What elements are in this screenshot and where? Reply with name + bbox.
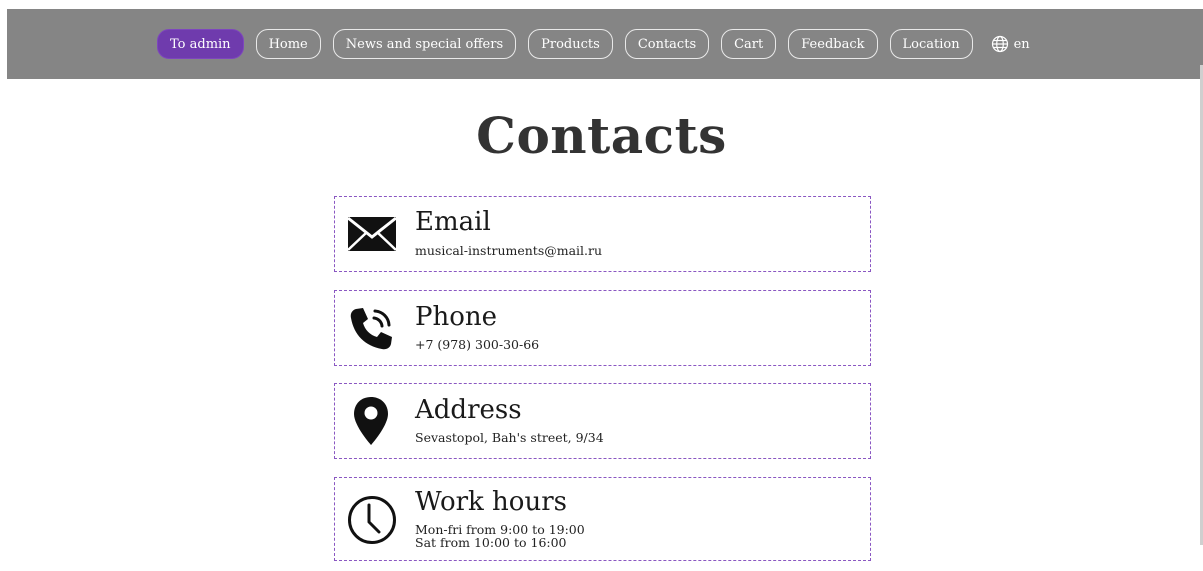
nav-location-button[interactable]: Location xyxy=(889,29,973,59)
language-label: en xyxy=(1013,36,1030,52)
language-switcher[interactable]: en xyxy=(991,35,1030,53)
main-nav: To admin Home News and special offers Pr… xyxy=(157,28,1030,60)
email-title: Email xyxy=(415,207,491,237)
phone-title: Phone xyxy=(415,302,498,332)
nav-contacts-button[interactable]: Contacts xyxy=(624,29,710,59)
nav-to-admin-button[interactable]: To admin xyxy=(157,29,244,59)
page-title: Contacts xyxy=(476,106,727,165)
map-pin-icon xyxy=(353,396,389,450)
contact-card-phone: Phone +7 (978) 300-30-66 xyxy=(334,290,871,366)
nav-cart-button[interactable]: Cart xyxy=(721,29,777,59)
work-hours-saturday: Sat from 10:00 to 16:00 xyxy=(415,535,567,550)
work-hours-title: Work hours xyxy=(415,487,567,517)
clock-icon xyxy=(347,495,397,549)
contact-card-address: Address Sevastopol, Bah's street, 9/34 xyxy=(334,383,871,459)
phone-value[interactable]: +7 (978) 300-30-66 xyxy=(415,337,539,352)
email-value[interactable]: musical-instruments@mail.ru xyxy=(415,243,602,258)
globe-icon xyxy=(991,35,1009,53)
nav-feedback-button[interactable]: Feedback xyxy=(788,29,878,59)
address-title: Address xyxy=(415,395,522,425)
nav-home-button[interactable]: Home xyxy=(255,29,321,59)
nav-news-button[interactable]: News and special offers xyxy=(332,29,517,59)
contact-card-work-hours: Work hours Mon-fri from 9:00 to 19:00 Sa… xyxy=(334,477,871,561)
phone-icon xyxy=(347,305,395,357)
nav-products-button[interactable]: Products xyxy=(528,29,613,59)
address-value: Sevastopol, Bah's street, 9/34 xyxy=(415,430,604,445)
envelope-icon xyxy=(347,215,397,257)
contact-card-email: Email musical-instruments@mail.ru xyxy=(334,196,871,272)
